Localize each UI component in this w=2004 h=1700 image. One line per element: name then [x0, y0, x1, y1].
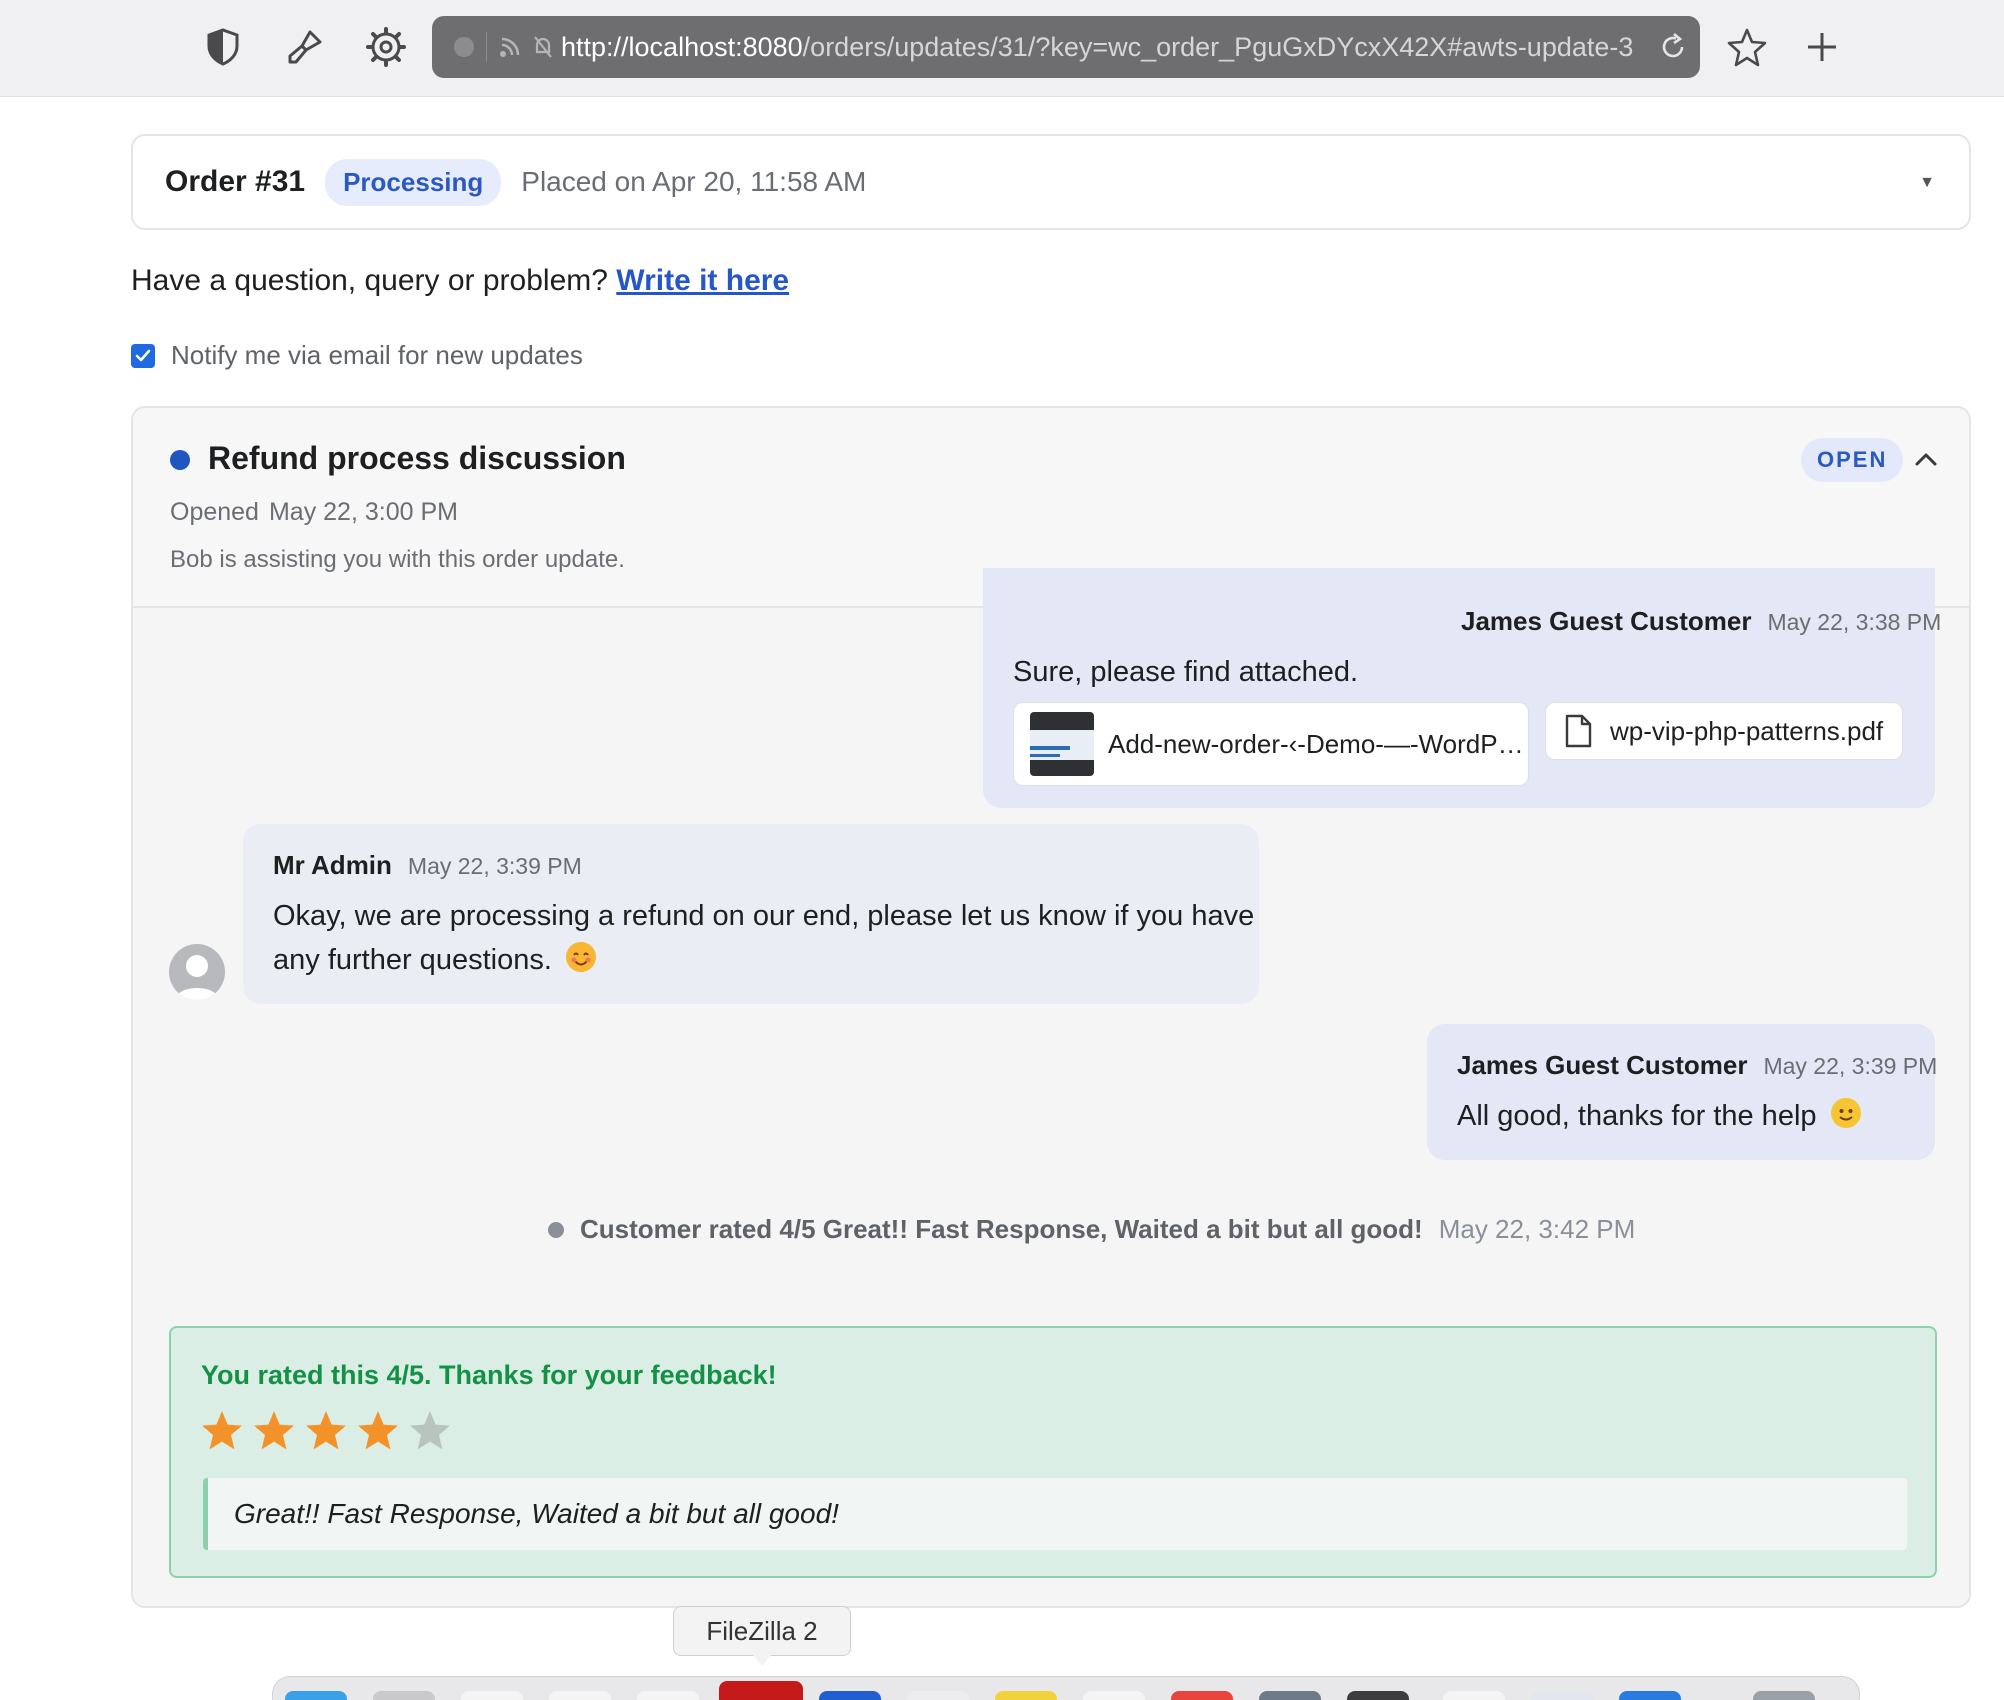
- attachment-image[interactable]: Add-new-order-‹-Demo-—-WordPr…: [1013, 702, 1529, 786]
- attachment-file[interactable]: wp-vip-php-patterns.pdf: [1545, 702, 1903, 760]
- notify-label: Notify me via email for new updates: [171, 340, 583, 370]
- star-filled-icon: [202, 1411, 242, 1450]
- url-divider: [486, 32, 487, 62]
- dock-app-icon[interactable]: [1531, 1691, 1593, 1700]
- filezilla-app-icon[interactable]: [719, 1681, 803, 1700]
- shield-icon[interactable]: [198, 22, 248, 72]
- order-placed-date: Placed on Apr 20, 11:58 AM: [521, 166, 867, 197]
- dock-app-icon[interactable]: [373, 1691, 435, 1700]
- message-text-body: All good, thanks for the help: [1457, 1100, 1817, 1132]
- star-filled-icon: [254, 1411, 294, 1450]
- gear-icon[interactable]: [361, 22, 411, 72]
- browser-toolbar: http://localhost:8080/orders/updates/31/…: [0, 0, 2004, 97]
- message-author: Mr Admin: [273, 850, 392, 880]
- message-text-line-2: any further questions.: [273, 938, 1254, 982]
- thread-opened: Opened May 22, 3:00 PM: [170, 498, 458, 527]
- plus-icon[interactable]: [1797, 22, 1847, 72]
- message-meta: James Guest Customer May 22, 3:38 PM: [1461, 606, 1941, 637]
- dock-app-icon[interactable]: [1753, 1691, 1815, 1700]
- dock-app-icon[interactable]: [819, 1691, 881, 1700]
- image-thumbnail-icon: [1030, 712, 1094, 776]
- star-filled-icon: [306, 1411, 346, 1450]
- url-path: /orders/updates/31/?key=wc_order_PguGxDY…: [802, 31, 1634, 62]
- dock-app-icon[interactable]: [1347, 1691, 1409, 1700]
- event-text: Customer rated 4/5 Great!! Fast Response…: [580, 1214, 1423, 1244]
- site-identity-icon[interactable]: [454, 37, 474, 57]
- url-host: http://localhost:8080: [561, 31, 803, 62]
- order-status-badge: Processing: [325, 158, 502, 206]
- address-bar[interactable]: http://localhost:8080/orders/updates/31/…: [432, 16, 1700, 78]
- star-empty-icon: [410, 1411, 450, 1450]
- message-text-line: Okay, we are processing a refund on our …: [273, 900, 1255, 932]
- dock-app-icon[interactable]: [1619, 1691, 1681, 1700]
- question-text: Have a question, query or problem?: [131, 264, 608, 297]
- message-author: James Guest Customer: [1461, 606, 1752, 636]
- notify-checkbox[interactable]: [131, 343, 155, 368]
- file-icon: [1564, 714, 1592, 748]
- star-filled-icon: [358, 1411, 398, 1450]
- admin-avatar: [169, 944, 225, 1000]
- update-thread: Refund process discussion OPEN Opened May…: [131, 406, 1971, 1608]
- rating-heading: You rated this 4/5. Thanks for your feed…: [201, 1360, 777, 1390]
- dock-app-icon[interactable]: [1171, 1691, 1233, 1700]
- notify-option[interactable]: Notify me via email for new updates: [131, 340, 583, 371]
- dock-app-icon[interactable]: [907, 1691, 969, 1700]
- slightly-smiling-face-emoji-icon: [1830, 1098, 1861, 1128]
- customer-message: James Guest Customer May 22, 3:39 PM All…: [1427, 1024, 1937, 1160]
- dock-app-icon[interactable]: [637, 1691, 699, 1700]
- macos-dock: [272, 1676, 1860, 1700]
- star-rating: [199, 1408, 453, 1454]
- admin-message: Mr Admin May 22, 3:39 PM Okay, we are pr…: [243, 824, 1259, 1004]
- attachment-name: wp-vip-php-patterns.pdf: [1610, 715, 1884, 746]
- smiling-face-emoji-icon: [565, 942, 596, 972]
- message-meta: James Guest Customer May 22, 3:39 PM: [1457, 1050, 1937, 1081]
- message-text: Sure, please find attached.: [1013, 656, 1359, 688]
- message-time: May 22, 3:38 PM: [1767, 609, 1942, 635]
- order-summary-card[interactable]: Order #31 Processing Placed on Apr 20, 1…: [131, 134, 1971, 230]
- chevron-up-icon[interactable]: [1909, 442, 1943, 476]
- rating-feedback-box: You rated this 4/5. Thanks for your feed…: [169, 1326, 1937, 1578]
- message-text: Okay, we are processing a refund on our …: [273, 894, 1254, 982]
- url-text[interactable]: http://localhost:8080/orders/updates/31/…: [561, 32, 1652, 63]
- opened-label: Opened: [170, 498, 259, 526]
- checkmark-icon: [135, 349, 151, 361]
- tooltip-pointer: [752, 1654, 772, 1666]
- message-meta: Mr Admin May 22, 3:39 PM: [273, 850, 582, 881]
- thread-title: Refund process discussion: [208, 440, 626, 476]
- attachment-name: Add-new-order-‹-Demo-—-WordPr…: [1108, 728, 1528, 759]
- message-time: May 22, 3:39 PM: [407, 853, 582, 879]
- thread-status-badge: OPEN: [1801, 438, 1904, 482]
- rating-comment: Great!! Fast Response, Waited a bit but …: [203, 1478, 1907, 1550]
- dock-app-icon[interactable]: [1259, 1691, 1321, 1700]
- rss-icon[interactable]: [499, 36, 521, 58]
- assist-note: Bob is assisting you with this order upd…: [170, 546, 625, 573]
- dock-app-icon[interactable]: [995, 1691, 1057, 1700]
- bell-off-icon[interactable]: [533, 35, 553, 59]
- reload-icon[interactable]: [1660, 33, 1686, 61]
- rating-event: Customer rated 4/5 Great!! Fast Response…: [548, 1214, 1635, 1245]
- dock-app-icon[interactable]: [285, 1691, 347, 1700]
- dock-app-icon[interactable]: [1083, 1691, 1145, 1700]
- message-time: May 22, 3:39 PM: [1763, 1053, 1938, 1079]
- thread-status-dot: [170, 450, 190, 470]
- star-icon[interactable]: [1722, 22, 1772, 72]
- message-text: All good, thanks for the help: [1457, 1094, 1861, 1138]
- question-prompt: Have a question, query or problem? Write…: [131, 264, 789, 298]
- dock-app-icon[interactable]: [1443, 1691, 1505, 1700]
- event-time: May 22, 3:42 PM: [1438, 1214, 1636, 1244]
- message-author: James Guest Customer: [1457, 1050, 1748, 1080]
- event-dot: [548, 1221, 564, 1238]
- dock-app-icon[interactable]: [461, 1691, 523, 1700]
- dock-tooltip: FileZilla 2: [673, 1606, 851, 1656]
- customer-message: James Guest Customer May 22, 3:38 PM Sur…: [983, 568, 1941, 808]
- write-it-here-link[interactable]: Write it here: [616, 264, 789, 297]
- dock-app-icon[interactable]: [549, 1691, 611, 1700]
- message-text-line-end: any further questions.: [273, 944, 552, 976]
- order-title: Order #31: [165, 165, 306, 198]
- brush-icon[interactable]: [280, 22, 330, 72]
- opened-date: May 22, 3:00 PM: [268, 498, 458, 526]
- chevron-down-icon[interactable]: ▼: [1919, 174, 1935, 192]
